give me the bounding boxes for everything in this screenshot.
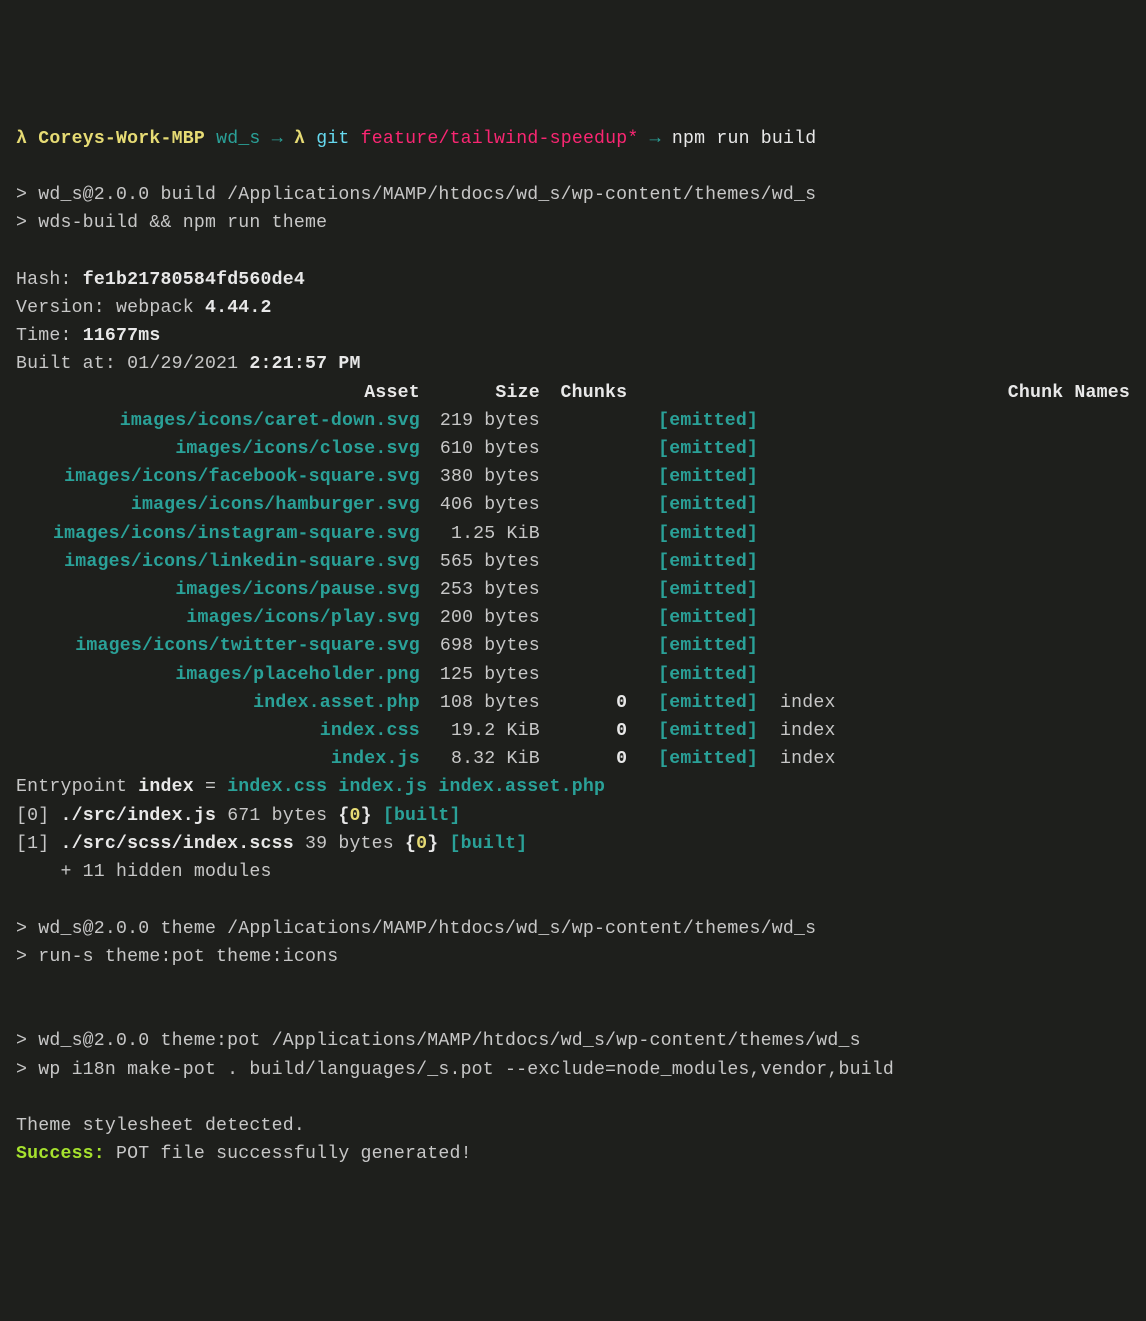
- webpack-version: Version: webpack 4.44.2: [16, 298, 272, 318]
- asset-row: index.js8.32 KiB0[emitted]index: [16, 745, 1130, 773]
- asset-row: images/icons/twitter-square.svg698 bytes…: [16, 632, 1130, 660]
- success-line: Success: POT file successfully generated…: [16, 1144, 472, 1164]
- webpack-time: Time: 11677ms: [16, 326, 161, 346]
- module-line: [0] ./src/index.js 671 bytes {0} [built]: [16, 806, 461, 826]
- asset-table-header: AssetSizeChunksChunk Names: [16, 379, 1130, 407]
- asset-table-body: images/icons/caret-down.svg219 bytes[emi…: [16, 407, 1130, 774]
- host: Coreys-Work-MBP: [38, 129, 205, 149]
- prompt-line: λ Coreys-Work-MBP wd_s → λ git feature/t…: [16, 129, 816, 149]
- asset-row: images/placeholder.png125 bytes[emitted]: [16, 661, 1130, 689]
- npm-echo: > wd_s@2.0.0 theme /Applications/MAMP/ht…: [16, 919, 816, 939]
- asset-row: index.css19.2 KiB0[emitted]index: [16, 717, 1130, 745]
- asset-row: images/icons/pause.svg253 bytes[emitted]: [16, 576, 1130, 604]
- arrow-icon: →: [272, 129, 283, 149]
- webpack-built-at: Built at: 01/29/2021 2:21:57 PM: [16, 354, 361, 374]
- asset-row: images/icons/linkedin-square.svg565 byte…: [16, 548, 1130, 576]
- npm-echo: > run-s theme:pot theme:icons: [16, 947, 338, 967]
- cwd: wd_s: [216, 129, 260, 149]
- asset-row: images/icons/facebook-square.svg380 byte…: [16, 463, 1130, 491]
- asset-row: images/icons/hamburger.svg406 bytes[emit…: [16, 491, 1130, 519]
- npm-echo: > wp i18n make-pot . build/languages/_s.…: [16, 1060, 894, 1080]
- status-line: Theme stylesheet detected.: [16, 1116, 305, 1136]
- hidden-modules: + 11 hidden modules: [16, 862, 272, 882]
- asset-row: images/icons/close.svg610 bytes[emitted]: [16, 435, 1130, 463]
- npm-echo: > wd_s@2.0.0 theme:pot /Applications/MAM…: [16, 1031, 861, 1051]
- asset-row: index.asset.php108 bytes0[emitted]index: [16, 689, 1130, 717]
- module-line: [1] ./src/scss/index.scss 39 bytes {0} […: [16, 834, 527, 854]
- command-text: npm run build: [672, 129, 817, 149]
- webpack-hash: Hash: fe1b21780584fd560de4: [16, 270, 305, 290]
- git-branch: feature/tailwind-speedup*: [361, 129, 639, 149]
- npm-echo: > wds-build && npm run theme: [16, 213, 327, 233]
- asset-row: images/icons/instagram-square.svg1.25 Ki…: [16, 520, 1130, 548]
- lambda-icon: λ: [294, 129, 305, 149]
- asset-row: images/icons/caret-down.svg219 bytes[emi…: [16, 407, 1130, 435]
- terminal-output[interactable]: λ Coreys-Work-MBP wd_s → λ git feature/t…: [16, 125, 1130, 1169]
- arrow-icon: →: [650, 129, 661, 149]
- git-label: git: [316, 129, 349, 149]
- lambda-icon: λ: [16, 129, 27, 149]
- asset-row: images/icons/play.svg200 bytes[emitted]: [16, 604, 1130, 632]
- entrypoint-line: Entrypoint index = index.css index.js in…: [16, 777, 605, 797]
- npm-echo: > wd_s@2.0.0 build /Applications/MAMP/ht…: [16, 185, 816, 205]
